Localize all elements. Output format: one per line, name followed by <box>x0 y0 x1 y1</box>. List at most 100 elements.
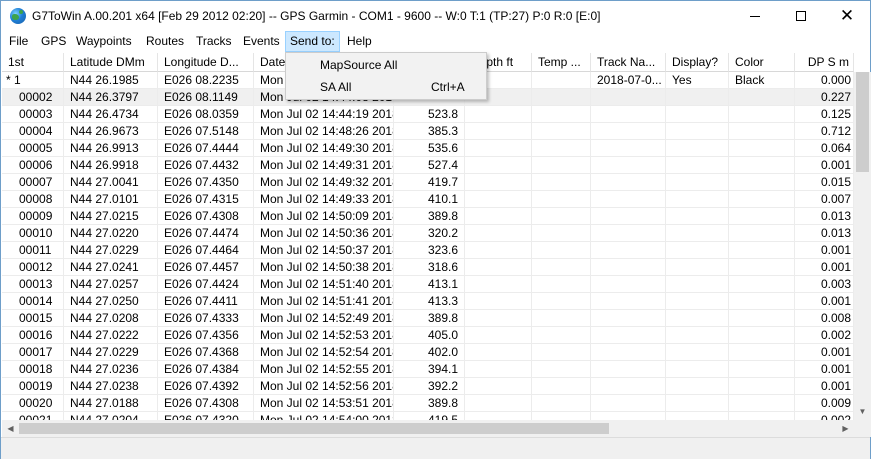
close-button[interactable]: ✕ <box>824 1 870 31</box>
cell-latitude: N44 27.0041 <box>64 174 158 191</box>
table-row[interactable]: 00010 N44 27.0220 E026 07.4474 Mon Jul 02 1… <box>2 225 854 242</box>
menu-waypoints[interactable]: Waypoints <box>71 31 137 52</box>
cell-display <box>666 157 729 174</box>
column-header-display[interactable]: Display? <box>666 53 729 72</box>
horizontal-scroll-thumb[interactable] <box>19 423 609 434</box>
table-row[interactable]: 00013 N44 27.0257 E026 07.4424 Mon Jul 02 1… <box>2 276 854 293</box>
cell-dp: 0.007 <box>795 191 854 208</box>
cell-latitude: N44 27.0222 <box>64 327 158 344</box>
table-row[interactable]: 00011 N44 27.0229 E026 07.4464 Mon Jul 02 1… <box>2 242 854 259</box>
cell-date: Mon Jul 02 14:50:09 2018 <box>254 208 394 225</box>
cell-altitude: 410.1 <box>394 191 465 208</box>
cell-index: 00020 <box>2 395 64 412</box>
menu-item-sa-all[interactable]: SA All Ctrl+A <box>288 76 484 98</box>
title-bar[interactable]: G7ToWin A.00.201 x64 [Feb 29 2012 02:20]… <box>1 1 870 31</box>
cell-index: 00017 <box>2 344 64 361</box>
cell-color <box>729 140 795 157</box>
table-row[interactable]: 00019 N44 27.0238 E026 07.4392 Mon Jul 02 1… <box>2 378 854 395</box>
table-row[interactable]: 00009 N44 27.0215 E026 07.4308 Mon Jul 02 1… <box>2 208 854 225</box>
column-header-temp[interactable]: Temp ... <box>532 53 591 72</box>
cell-altitude: 535.6 <box>394 140 465 157</box>
menu-routes[interactable]: Routes <box>141 31 189 52</box>
table-row[interactable]: 00020 N44 27.0188 E026 07.4308 Mon Jul 02 1… <box>2 395 854 412</box>
menu-send-to[interactable]: Send to: <box>285 31 340 52</box>
minimize-button[interactable] <box>732 1 778 31</box>
cell-longitude: E026 07.4457 <box>158 259 254 276</box>
cell-latitude: N44 26.1985 <box>64 72 158 89</box>
column-header-1st[interactable]: 1st <box>2 53 64 72</box>
cell-index: 00013 <box>2 276 64 293</box>
cell-display <box>666 259 729 276</box>
cell-date: Mon Jul 02 14:49:31 2018 <box>254 157 394 174</box>
cell-dp: 0.227 <box>795 89 854 106</box>
scroll-right-icon[interactable]: ▶ <box>837 420 854 437</box>
cell-color <box>729 412 795 420</box>
menu-bar: File GPS Waypoints Routes Tracks Events … <box>1 31 870 52</box>
column-header-latitude[interactable]: Latitude DMm <box>64 53 158 72</box>
menu-file[interactable]: File <box>4 31 33 52</box>
cell-track-name <box>591 395 666 412</box>
menu-item-mapsource-all[interactable]: MapSource All <box>288 54 484 76</box>
cell-depth <box>465 225 532 242</box>
cell-display <box>666 89 729 106</box>
table-row[interactable]: 00015 N44 27.0208 E026 07.4333 Mon Jul 02 1… <box>2 310 854 327</box>
menu-gps[interactable]: GPS <box>36 31 71 52</box>
table-row[interactable]: 00003 N44 26.4734 E026 08.0359 Mon Jul 02 1… <box>2 106 854 123</box>
column-header-dp[interactable]: DP S m <box>795 53 854 72</box>
table-row[interactable]: 00004 N44 26.9673 E026 07.5148 Mon Jul 02 1… <box>2 123 854 140</box>
cell-display <box>666 106 729 123</box>
scroll-down-icon[interactable]: ▼ <box>854 403 871 420</box>
column-header-track-name[interactable]: Track Na... <box>591 53 666 72</box>
table-row[interactable]: 00016 N44 27.0222 E026 07.4356 Mon Jul 02 1… <box>2 327 854 344</box>
cell-track-name <box>591 208 666 225</box>
cell-altitude: 413.1 <box>394 276 465 293</box>
menu-tracks[interactable]: Tracks <box>191 31 237 52</box>
table-row[interactable]: 00018 N44 27.0236 E026 07.4384 Mon Jul 02 1… <box>2 361 854 378</box>
table-row[interactable]: 00012 N44 27.0241 E026 07.4457 Mon Jul 02 1… <box>2 259 854 276</box>
table-row[interactable]: 00006 N44 26.9918 E026 07.4432 Mon Jul 02 1… <box>2 157 854 174</box>
maximize-button[interactable] <box>778 1 824 31</box>
cell-date: Mon Jul 02 14:49:33 2018 <box>254 191 394 208</box>
table-row[interactable]: 00017 N44 27.0229 E026 07.4368 Mon Jul 02 1… <box>2 344 854 361</box>
cell-altitude: 389.8 <box>394 310 465 327</box>
cell-date: Mon Jul 02 14:51:40 2018 <box>254 276 394 293</box>
cell-dp: 0.001 <box>795 378 854 395</box>
column-header-color[interactable]: Color <box>729 53 795 72</box>
cell-index: 00002 <box>2 89 64 106</box>
cell-color <box>729 225 795 242</box>
cell-altitude: 389.8 <box>394 208 465 225</box>
cell-temp <box>532 123 591 140</box>
vertical-scroll-thumb[interactable] <box>856 72 869 172</box>
cell-display <box>666 293 729 310</box>
cell-display <box>666 174 729 191</box>
cell-dp: 0.003 <box>795 276 854 293</box>
cell-dp: 0.013 <box>795 225 854 242</box>
menu-help[interactable]: Help <box>342 31 377 52</box>
cell-longitude: E026 07.4308 <box>158 208 254 225</box>
shortcut-label: Ctrl+A <box>431 80 465 94</box>
cell-longitude: E026 08.2235 <box>158 72 254 89</box>
scroll-left-icon[interactable]: ◀ <box>2 420 19 437</box>
table-row[interactable]: 00005 N44 26.9913 E026 07.4444 Mon Jul 02 1… <box>2 140 854 157</box>
cell-depth <box>465 310 532 327</box>
cell-temp <box>532 361 591 378</box>
table-row[interactable]: 00014 N44 27.0250 E026 07.4411 Mon Jul 02 1… <box>2 293 854 310</box>
menu-events[interactable]: Events <box>238 31 285 52</box>
table-row[interactable]: 00008 N44 27.0101 E026 07.4315 Mon Jul 02 1… <box>2 191 854 208</box>
horizontal-scrollbar[interactable]: ◀ ▶ <box>2 420 854 437</box>
cell-display: Yes <box>666 72 729 89</box>
column-header-longitude[interactable]: Longitude D... <box>158 53 254 72</box>
cell-track-name <box>591 106 666 123</box>
table-row[interactable]: 00007 N44 27.0041 E026 07.4350 Mon Jul 02 1… <box>2 174 854 191</box>
cell-color <box>729 395 795 412</box>
table-row[interactable]: 00021 N44 27.0204 E026 07.4320 Mon Jul 02 1… <box>2 412 854 420</box>
cell-longitude: E026 08.0359 <box>158 106 254 123</box>
cell-date: Mon Jul 02 14:52:54 2018 <box>254 344 394 361</box>
track-points-grid[interactable]: 1st Latitude DMm Longitude D... Date Dep… <box>2 53 854 420</box>
cell-temp <box>532 344 591 361</box>
cell-altitude: 320.2 <box>394 225 465 242</box>
vertical-scrollbar[interactable]: ▼ <box>854 72 871 420</box>
cell-display <box>666 140 729 157</box>
cell-latitude: N44 27.0208 <box>64 310 158 327</box>
cell-index: 00012 <box>2 259 64 276</box>
